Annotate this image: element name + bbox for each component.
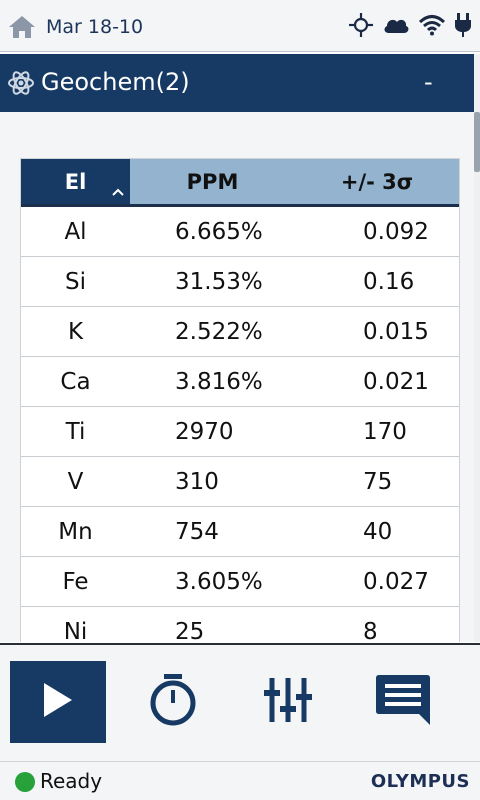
table-row[interactable]: Ni 25 8 [21,607,459,643]
cloud-icon [382,14,410,36]
scrollbar-thumb[interactable] [474,112,480,172]
element-cell: Ti [65,418,86,445]
start-test-button[interactable] [10,661,106,743]
ppm-cell: 6.665% [175,218,263,245]
element-cell: Al [64,218,87,245]
error-cell: 0.027 [363,568,429,595]
error-cell: 0.015 [363,318,429,345]
status-bar: Mar 18-10 [0,0,480,52]
table-body: Al 6.665% 0.092 Si 31.53% 0.16 K 2.522% 0.015 Ca 3… [21,207,459,642]
column-header-ppm[interactable]: PPM [130,159,295,204]
column-header-error[interactable]: +/- 3σ [295,159,459,204]
element-cell: Fe [62,568,89,595]
status-text: Ready [40,769,103,793]
results-content: El PPM +/- 3σ Al 6.665% 0.092 Si 31.53% 0.16 K… [0,112,474,642]
ppm-cell: 2.522% [175,318,263,345]
sun-target-icon [348,12,374,38]
ppm-cell: 754 [175,518,219,545]
play-icon [41,681,75,723]
settings-button[interactable] [240,661,336,743]
ppm-cell: 310 [175,468,219,495]
sliders-icon [263,674,313,730]
ppm-cell: 3.605% [175,568,263,595]
element-cell: K [67,318,84,345]
sort-ascending-icon [112,184,124,200]
element-cell: Ca [60,368,91,395]
table-row[interactable]: Al 6.665% 0.092 [21,207,459,257]
home-icon[interactable] [8,14,36,40]
table-row[interactable]: V 310 75 [21,457,459,507]
element-cell: Mn [58,518,93,545]
table-header: El PPM +/- 3σ [21,159,459,207]
error-cell: 0.16 [363,268,415,295]
date-text: Mar 18-10 [46,16,144,38]
element-cell: Ni [63,618,88,643]
collapse-button[interactable]: - [424,68,433,96]
panel-title: Geochem(2) [41,68,190,96]
status-icons [348,12,472,38]
footer: Ready OLYMPUS [0,761,480,800]
ppm-cell: 31.53% [175,268,263,295]
column-header-el[interactable]: El [21,159,130,204]
status-indicator-icon [15,772,35,792]
wifi-icon [418,14,446,36]
ppm-cell: 2970 [175,418,234,445]
timer-icon [147,672,199,732]
table-row[interactable]: K 2.522% 0.015 [21,307,459,357]
atom-icon [6,68,36,98]
message-icon [375,673,431,731]
error-cell: 0.092 [363,218,429,245]
ppm-cell: 25 [175,618,205,643]
brand-logo: OLYMPUS [370,771,470,792]
element-cell: Si [65,268,86,295]
results-table: El PPM +/- 3σ Al 6.665% 0.092 Si 31.53% 0.16 K… [20,158,460,642]
message-button[interactable] [355,661,451,743]
bottom-toolbar [0,643,480,761]
panel-title-bar[interactable]: Geochem(2) - [0,54,474,112]
timer-button[interactable] [125,661,221,743]
plug-icon [454,12,472,38]
table-row[interactable]: Ti 2970 170 [21,407,459,457]
error-cell: 40 [363,518,393,545]
ppm-cell: 3.816% [175,368,263,395]
element-cell: V [67,468,84,495]
error-cell: 75 [363,468,393,495]
table-row[interactable]: Fe 3.605% 0.027 [21,557,459,607]
table-row[interactable]: Mn 754 40 [21,507,459,557]
error-cell: 170 [363,418,407,445]
table-row[interactable]: Si 31.53% 0.16 [21,257,459,307]
error-cell: 8 [363,618,378,643]
error-cell: 0.021 [363,368,429,395]
table-row[interactable]: Ca 3.816% 0.021 [21,357,459,407]
